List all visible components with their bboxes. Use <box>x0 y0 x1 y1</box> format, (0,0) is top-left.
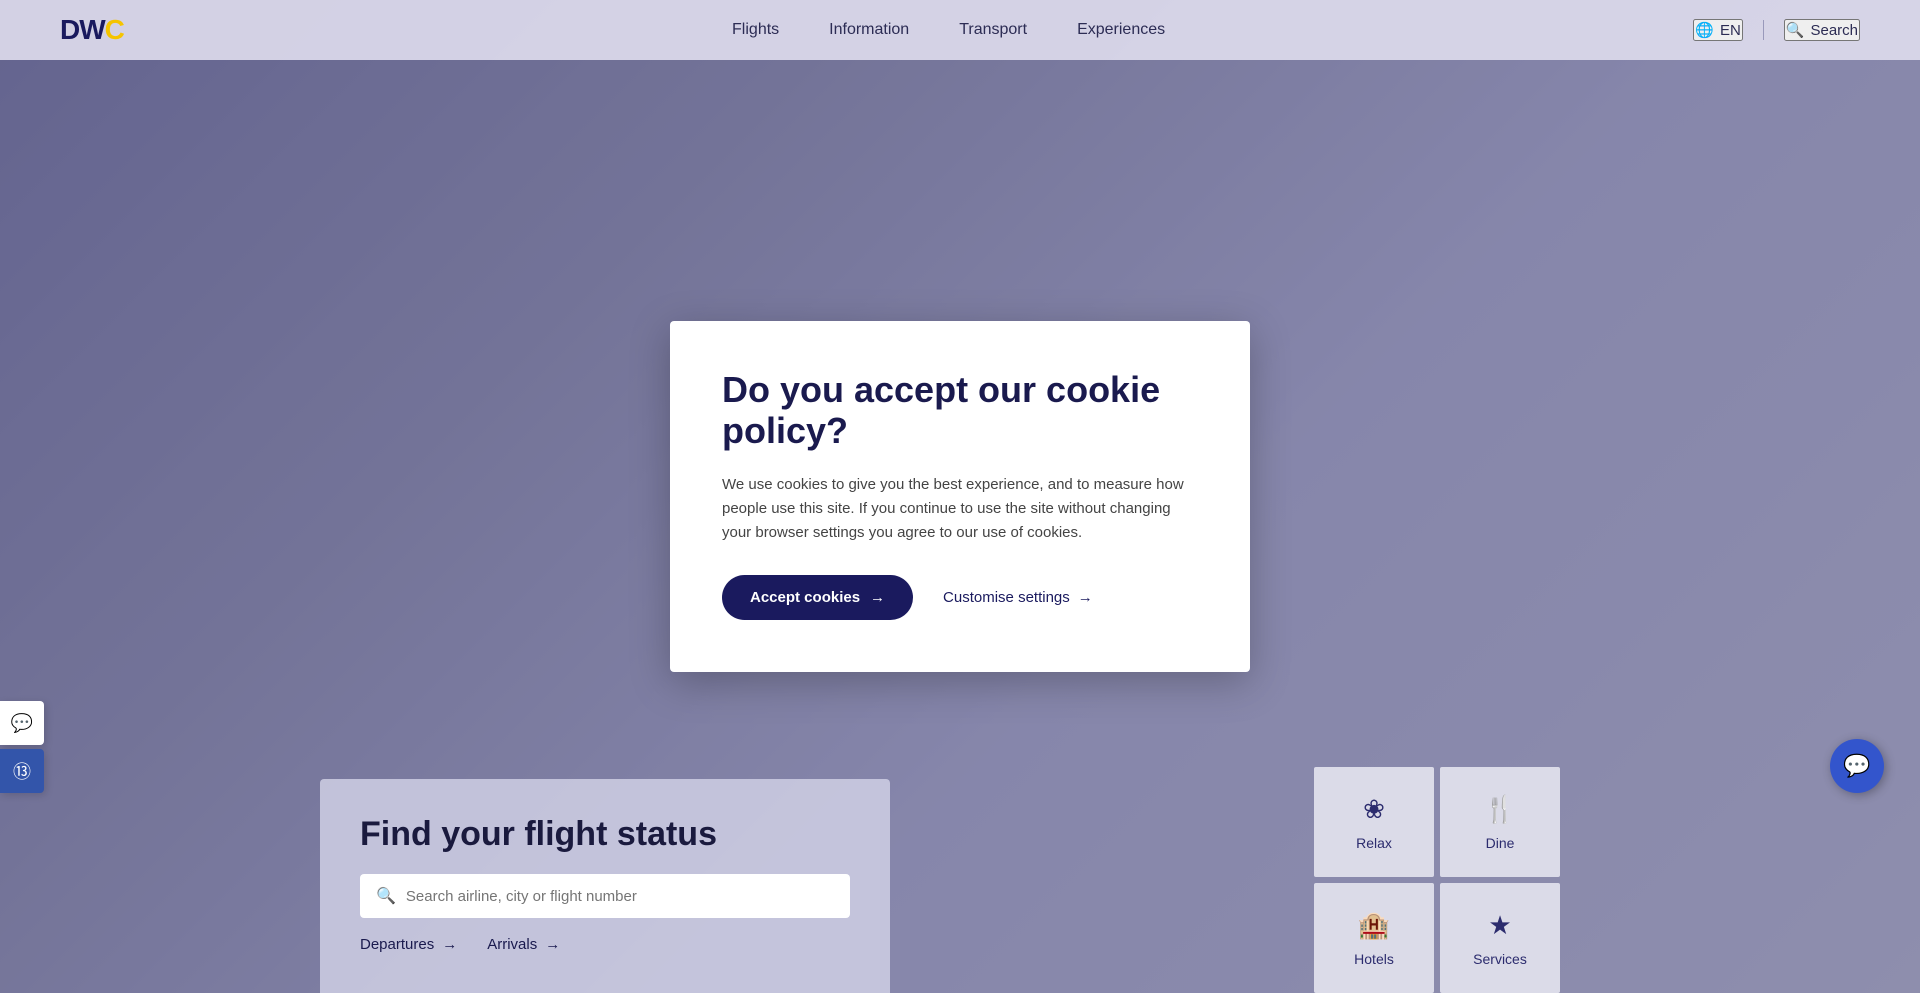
cookie-modal: Do you accept our cookie policy? We use … <box>670 321 1250 673</box>
modal-actions: Accept cookies → Customise settings → <box>722 575 1198 620</box>
arrow-icon: → <box>870 589 885 606</box>
customise-settings-button[interactable]: Customise settings → <box>943 589 1093 606</box>
arrow-icon-2: → <box>1078 589 1093 606</box>
accept-label: Accept cookies <box>750 589 860 606</box>
modal-body: We use cookies to give you the best expe… <box>722 473 1198 545</box>
accept-cookies-button[interactable]: Accept cookies → <box>722 575 913 620</box>
modal-title: Do you accept our cookie policy? <box>722 369 1198 452</box>
customise-label: Customise settings <box>943 589 1070 606</box>
modal-overlay: Do you accept our cookie policy? We use … <box>0 0 1920 993</box>
